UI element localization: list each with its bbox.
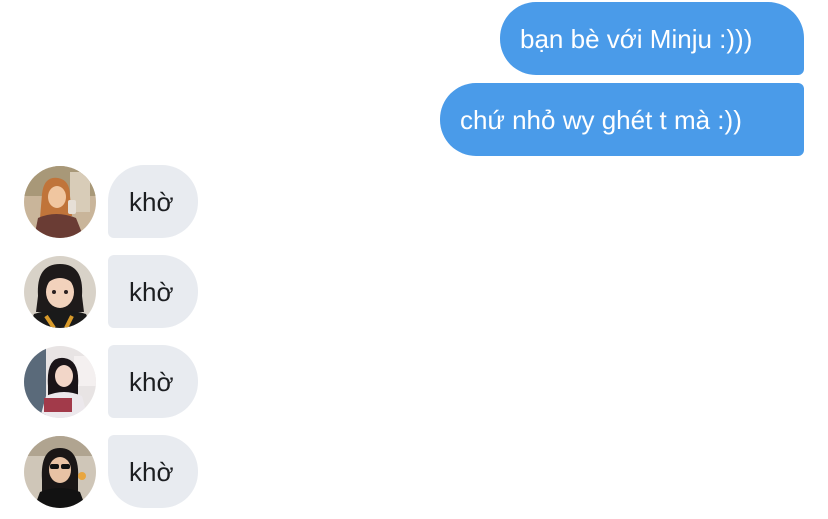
- sent-message-bubble[interactable]: chứ nhỏ wy ghét t mà :)): [440, 83, 804, 156]
- received-message-bubble[interactable]: khờ: [108, 435, 198, 508]
- message-text: bạn bè với Minju :))): [520, 23, 753, 54]
- message-text: khờ: [129, 276, 174, 307]
- received-message-row: khờ: [24, 255, 204, 328]
- received-message-row: khờ: [24, 345, 204, 418]
- sent-message-bubble[interactable]: bạn bè với Minju :))): [500, 2, 804, 75]
- received-message-bubble[interactable]: khờ: [108, 255, 198, 328]
- message-thread: bạn bè với Minju :))) chứ nhỏ wy ghét t …: [0, 0, 828, 519]
- avatar[interactable]: [24, 166, 96, 238]
- message-text: khờ: [129, 186, 174, 217]
- avatar[interactable]: [24, 436, 96, 508]
- message-text: khờ: [129, 456, 174, 487]
- received-message-row: khờ: [24, 435, 204, 508]
- message-text: chứ nhỏ wy ghét t mà :)): [460, 104, 742, 135]
- received-message-row: khờ: [24, 165, 204, 238]
- message-text: khờ: [129, 366, 174, 397]
- avatar[interactable]: [24, 346, 96, 418]
- avatar[interactable]: [24, 256, 96, 328]
- received-message-bubble[interactable]: khờ: [108, 345, 198, 418]
- received-message-bubble[interactable]: khờ: [108, 165, 198, 238]
